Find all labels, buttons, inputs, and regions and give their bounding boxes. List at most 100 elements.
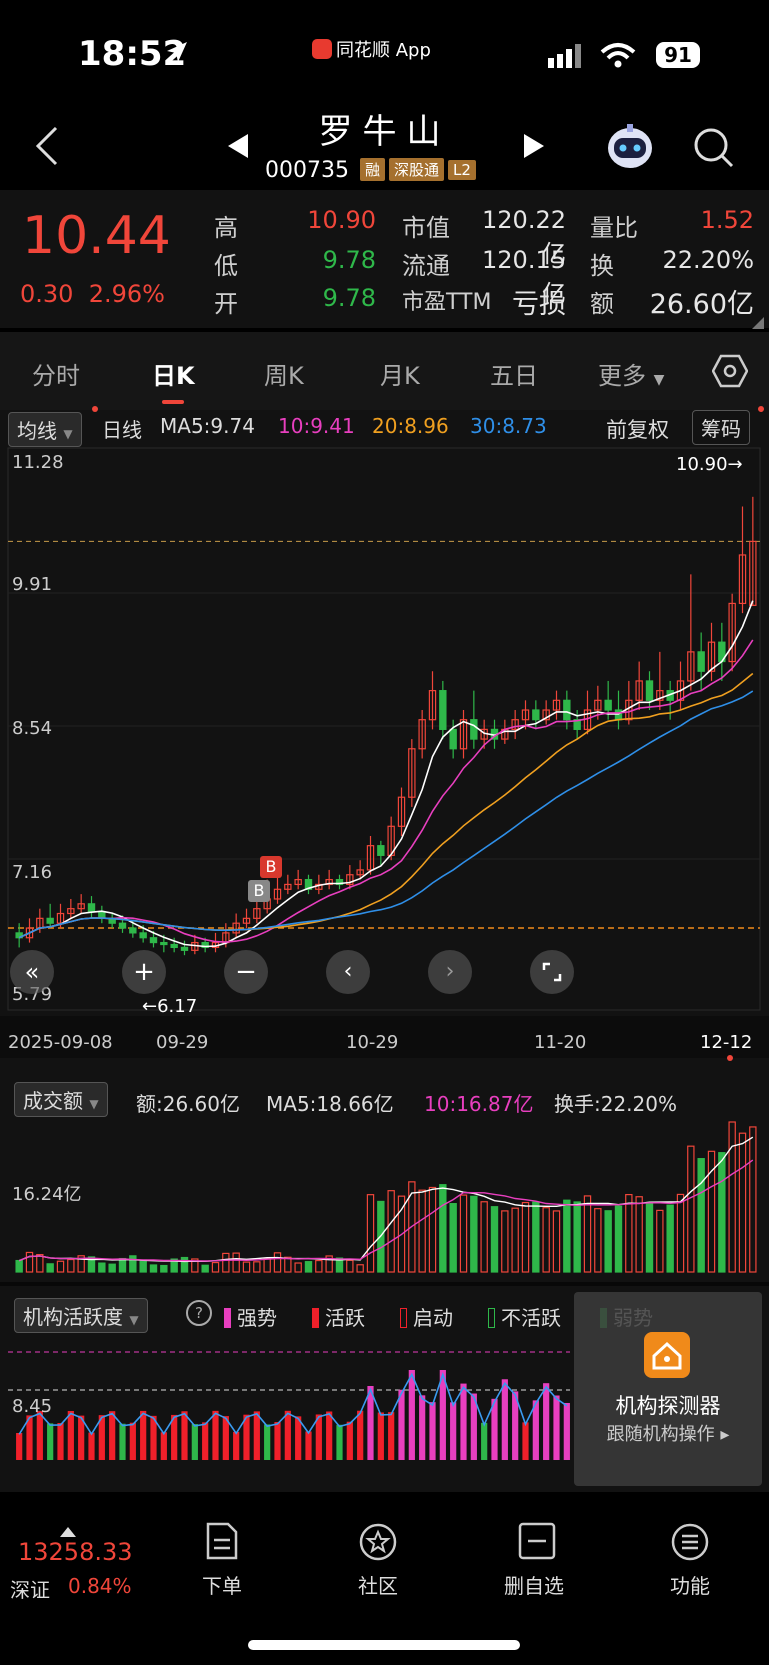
candle-body <box>170 943 178 949</box>
volume-bar <box>718 1152 726 1273</box>
functions-button[interactable]: 功能 <box>664 1520 730 1600</box>
app-badge[interactable]: 同花顺 App <box>312 36 431 62</box>
volume-bar <box>428 1186 437 1273</box>
activity-bar <box>450 1402 457 1460</box>
scroll-left-icon[interactable]: ‹ <box>326 950 370 994</box>
activity-bar <box>429 1402 436 1460</box>
robot-assistant-icon[interactable] <box>604 120 656 176</box>
order-button[interactable]: 下单 <box>188 1520 254 1600</box>
volume-bar <box>253 1261 261 1273</box>
stock-code-row: 000735 融深股通 L2 <box>265 158 476 183</box>
chips-button[interactable]: 筹码 <box>692 410 750 445</box>
candle-body <box>604 699 612 711</box>
community-button[interactable]: 社区 <box>344 1520 410 1600</box>
volume-bar <box>625 1193 633 1273</box>
fullscreen-icon[interactable] <box>530 950 574 994</box>
tab-five-day[interactable]: 五日 <box>490 356 538 391</box>
buy-signal-b: B <box>260 856 282 878</box>
dropdown-caret-icon: ▼ <box>89 1097 99 1111</box>
volume-bar <box>687 1145 695 1273</box>
adjust-toggle[interactable]: 前复权 <box>606 414 669 444</box>
remove-watchlist-label: 删自选 <box>504 1574 564 1598</box>
legend-start: 启动 <box>400 1302 453 1331</box>
volume-bar <box>728 1121 736 1273</box>
activity-bar <box>377 1412 384 1460</box>
scroll-left-fast-icon[interactable]: « <box>10 950 54 994</box>
candle-body <box>160 941 168 946</box>
activity-bar <box>460 1383 467 1460</box>
volume-bar <box>594 1208 602 1273</box>
volume-bar <box>532 1201 540 1273</box>
volume-bar <box>242 1261 251 1273</box>
remove-square-icon <box>518 1522 556 1564</box>
candle-body <box>614 709 623 721</box>
legend-strong-label: 强势 <box>237 1306 277 1330</box>
volume-bar <box>56 1260 65 1273</box>
inst-selector[interactable]: 机构活跃度 ▼ <box>14 1298 148 1333</box>
battery-indicator: 91 <box>656 42 700 68</box>
price-axis-2: 9.91 <box>12 574 53 595</box>
activity-bar <box>295 1416 302 1460</box>
tab-weekly-k[interactable]: 周K <box>264 356 304 391</box>
help-icon[interactable]: ? <box>186 1300 212 1326</box>
volume-bar <box>211 1261 220 1273</box>
search-icon[interactable] <box>692 126 736 174</box>
activity-bar <box>202 1422 209 1460</box>
tag-margin: 融 <box>359 158 385 181</box>
scroll-right-icon[interactable]: › <box>428 950 472 994</box>
tag-l2: L2 <box>448 160 476 180</box>
volume-bar <box>160 1264 168 1273</box>
inst-detector-card[interactable]: 机构探测器 跟随机构操作 ▸ <box>574 1292 762 1486</box>
zoom-in-icon[interactable]: + <box>122 950 166 994</box>
volume-bar <box>573 1201 581 1273</box>
tab-more[interactable]: 更多 ▼ <box>598 356 664 391</box>
max-price-marker: 10.90→ <box>676 454 743 475</box>
candle-body <box>129 927 137 934</box>
high-label: 高 <box>214 214 238 242</box>
volume-bar <box>521 1201 530 1273</box>
volume-bar <box>304 1261 313 1273</box>
ma5-line <box>18 600 754 948</box>
change-value: 0.30 <box>20 280 74 308</box>
date-label-3: 10-29 <box>346 1032 399 1053</box>
volume-chart[interactable] <box>0 1112 769 1277</box>
volume-bar <box>356 1264 364 1273</box>
volume-bar <box>263 1257 271 1273</box>
candlestick-chart[interactable] <box>0 446 769 1016</box>
app-logo-icon <box>312 39 332 59</box>
low-label: 低 <box>214 252 238 280</box>
activity-bar <box>16 1433 23 1460</box>
date-label-1: 2025-09-08 <box>8 1032 113 1053</box>
volume-bar <box>501 1210 509 1273</box>
zoom-out-icon[interactable]: − <box>224 950 268 994</box>
location-arrow-icon <box>165 40 189 68</box>
activity-bar <box>47 1423 54 1460</box>
volume-bar <box>635 1196 643 1273</box>
activity-bar <box>109 1411 116 1460</box>
remove-watchlist-button[interactable]: 删自选 <box>500 1520 580 1600</box>
low-value: 9.78 <box>322 246 376 274</box>
stock-code: 000735 <box>265 158 349 183</box>
index-value[interactable]: 13258.33 <box>18 1538 133 1566</box>
tab-monthly-k[interactable]: 月K <box>380 356 420 391</box>
index-name: 深证 <box>10 1578 50 1602</box>
indicator-selector[interactable]: 均线 ▼ <box>8 412 82 447</box>
activity-bar <box>67 1411 74 1460</box>
legend-swatch-strong <box>224 1308 231 1328</box>
buy-signal-b: B <box>248 880 270 902</box>
next-stock-icon[interactable] <box>522 132 546 164</box>
activity-bar <box>264 1424 271 1460</box>
activity-bar <box>305 1431 312 1460</box>
volume-bar <box>511 1207 519 1273</box>
tab-intraday[interactable]: 分时 <box>32 356 80 391</box>
volume-bar <box>563 1199 571 1273</box>
settings-hexagon-icon[interactable] <box>711 354 749 392</box>
date-label-5: 12-12 <box>700 1032 753 1053</box>
tab-daily-k[interactable]: 日K <box>152 356 195 391</box>
volume-bar <box>604 1210 612 1273</box>
activity-bar <box>326 1411 333 1460</box>
activity-bar <box>284 1410 291 1460</box>
volume-bar <box>108 1263 116 1273</box>
expand-corner-icon[interactable] <box>752 314 764 333</box>
volume-bar <box>656 1209 664 1273</box>
